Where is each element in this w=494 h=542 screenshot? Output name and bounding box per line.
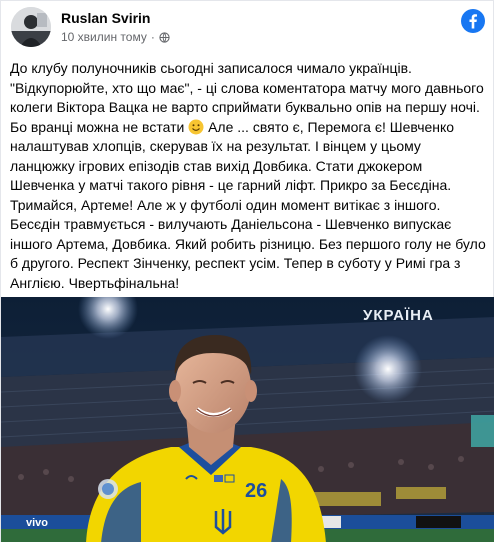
post-timestamp[interactable]: 10 хвилин тому [61, 30, 147, 44]
channel-logo: УКРАЇНА [363, 307, 434, 324]
post-body-part-2: Але ... свято є, Перемога є! Шевченко на… [10, 118, 486, 291]
post-body: До клубу полуночників сьогодні записалос… [10, 59, 488, 293]
post-header: Ruslan Svirin 10 хвилин тому · [9, 7, 487, 49]
facebook-icon[interactable] [461, 9, 485, 33]
globe-icon [159, 31, 170, 43]
avatar-image [11, 7, 51, 47]
stadium-scene: vivo 26 [1, 297, 494, 542]
sponsor-board-text: vivo [26, 517, 48, 529]
post-meta: 10 хвилин тому · [61, 30, 170, 44]
facebook-post: Ruslan Svirin 10 хвилин тому · До клубу … [0, 0, 494, 542]
smile-emoji [188, 119, 204, 134]
author-avatar[interactable] [11, 7, 51, 47]
post-photo[interactable]: vivo 26 [1, 297, 494, 542]
meta-separator: · [150, 30, 155, 44]
jersey-number: 26 [245, 480, 267, 502]
author-name[interactable]: Ruslan Svirin [61, 10, 150, 26]
